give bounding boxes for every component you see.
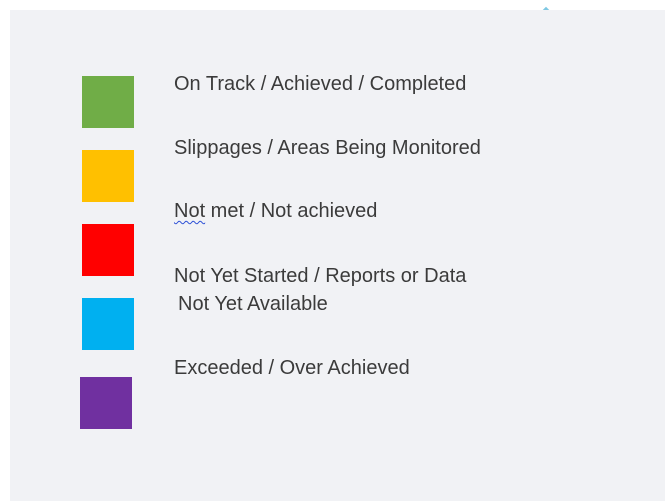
legend-label-not-started-line2: Not Yet Available [178, 293, 328, 315]
swatch-amber [82, 150, 134, 202]
legend-label-not-started-line1: Not Yet Started / Reports or Data [174, 265, 467, 287]
swatch-green [82, 76, 134, 128]
swatch-purple [80, 377, 132, 429]
legend-label-not-started: Not Yet Started / Reports or Data Not Ye… [174, 262, 466, 318]
spellcheck-word: Not [174, 200, 206, 222]
legend-label-not-met: Not met / Not achieved [174, 197, 377, 225]
legend-label-not-met-rest: met / Not achieved [205, 200, 378, 222]
legend-label-exceeded: Exceeded / Over Achieved [174, 357, 410, 379]
swatch-red [82, 224, 134, 276]
swatch-blue [82, 298, 134, 350]
legend-label-on-track: On Track / Achieved / Completed [174, 73, 467, 95]
legend-label-slippages: Slippages / Areas Being Monitored [174, 137, 481, 159]
